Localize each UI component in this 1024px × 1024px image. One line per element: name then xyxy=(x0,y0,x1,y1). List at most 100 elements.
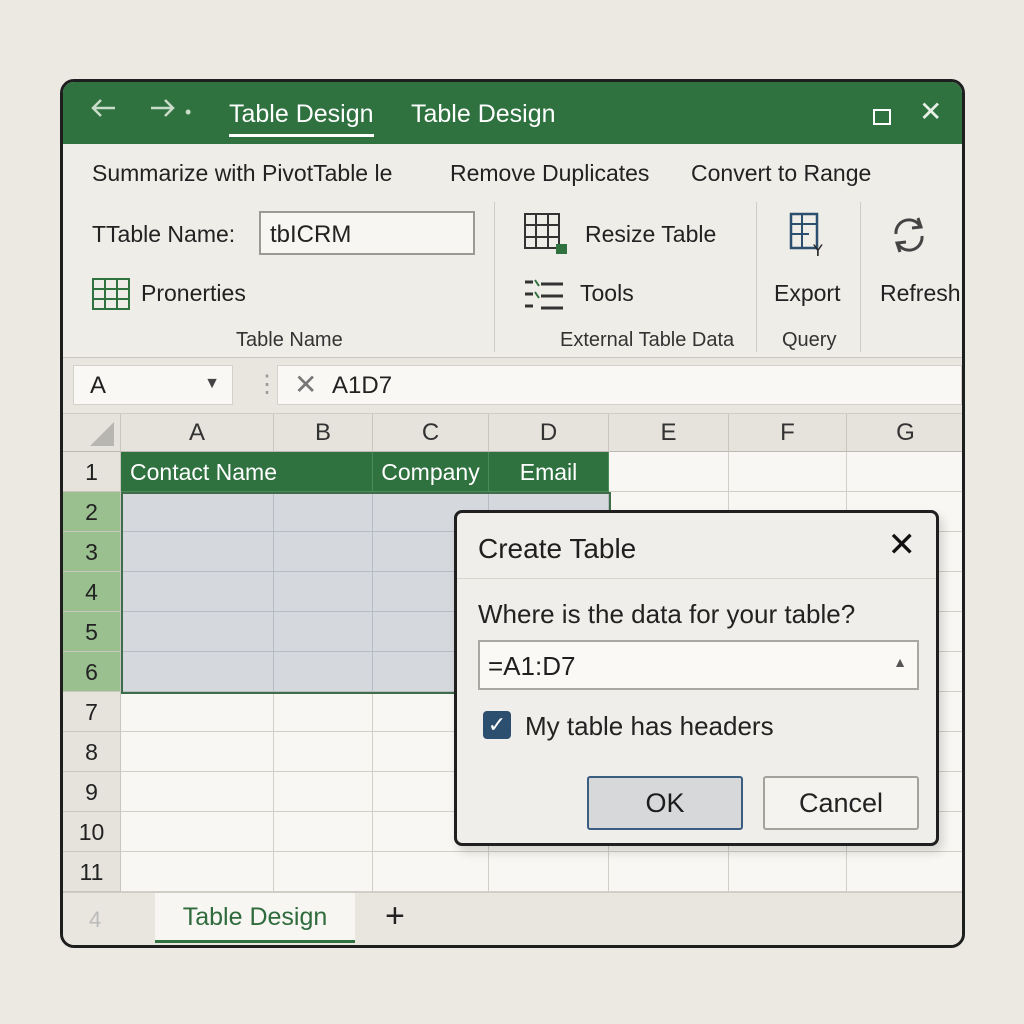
grid-cell[interactable] xyxy=(121,852,274,892)
ok-button[interactable]: OK xyxy=(587,776,743,830)
remove-duplicates-button[interactable]: Remove Duplicates xyxy=(450,160,649,187)
select-all-corner[interactable] xyxy=(63,414,121,452)
grid-cell[interactable] xyxy=(274,532,373,572)
maximize-icon[interactable] xyxy=(873,109,891,125)
grid-cell[interactable] xyxy=(729,452,847,492)
grid-cell[interactable] xyxy=(274,852,373,892)
column-header-a[interactable]: A xyxy=(121,414,274,452)
svg-text:Y: Y xyxy=(812,241,823,258)
dot-icon: • xyxy=(185,102,192,122)
grid-cell[interactable] xyxy=(121,772,274,812)
grid-cell[interactable] xyxy=(609,852,729,892)
dialog-header: Create Table ✕ xyxy=(457,513,936,579)
summarize-pivottable-button[interactable]: Summarize with PivotTable le xyxy=(92,160,392,187)
grid-cell[interactable] xyxy=(274,652,373,692)
close-icon[interactable]: ✕ xyxy=(888,527,917,563)
formula-separator-icon: ⋮ xyxy=(255,371,279,398)
row-header-10[interactable]: 10 xyxy=(63,812,121,852)
row-header-4[interactable]: 4 xyxy=(63,572,121,612)
ribbon-divider xyxy=(756,202,757,352)
grid-cell[interactable] xyxy=(121,652,274,692)
collapse-dialog-icon[interactable]: ▲ xyxy=(893,654,907,670)
row-header-9[interactable]: 9 xyxy=(63,772,121,812)
range-value: =A1:D7 xyxy=(488,651,576,681)
formula-text: A1D7 xyxy=(332,372,393,399)
row-header-7[interactable]: 7 xyxy=(63,692,121,732)
export-button[interactable]: Export xyxy=(774,280,840,307)
table-name-label: TTable Name: xyxy=(92,221,236,247)
sheet-number: 4 xyxy=(89,907,102,932)
formula-bar: A ▼ ⋮ ✕ A1D7 xyxy=(63,358,962,414)
headers-checkbox-label[interactable]: My table has headers xyxy=(525,711,774,742)
range-input[interactable]: =A1:D7 ▲ xyxy=(478,640,919,690)
grid-cell[interactable] xyxy=(274,772,373,812)
row-header-11[interactable]: 11 xyxy=(63,852,121,892)
add-sheet-icon[interactable]: + xyxy=(385,897,405,936)
properties-table-icon xyxy=(92,278,130,315)
arrow-left-icon[interactable] xyxy=(87,92,119,135)
close-icon[interactable]: ✕ xyxy=(919,94,942,130)
grid-cell[interactable] xyxy=(274,732,373,772)
resize-table-icon xyxy=(523,212,569,261)
title-bar: • Table Design Table Design ✕ xyxy=(63,82,962,144)
refresh-button[interactable]: Refresh xyxy=(880,280,961,307)
grid-cell[interactable] xyxy=(121,612,274,652)
column-header-c[interactable]: C xyxy=(373,414,489,452)
row-header-8[interactable]: 8 xyxy=(63,732,121,772)
grid-cell[interactable] xyxy=(274,492,373,532)
sheet-tab-table-design[interactable]: Table Design xyxy=(155,893,355,943)
table-header-cell[interactable]: Company xyxy=(373,452,489,492)
tab-table-design[interactable]: Table Design xyxy=(229,100,374,137)
properties-button[interactable]: Pronerties xyxy=(141,280,246,307)
arrow-right-icon[interactable] xyxy=(147,92,179,135)
column-header-g[interactable]: G xyxy=(847,414,962,452)
grid-cell[interactable] xyxy=(121,812,274,852)
headers-checkbox[interactable]: ✓ xyxy=(483,711,511,739)
cancel-edit-icon[interactable]: ✕ xyxy=(294,368,317,401)
dialog-title: Create Table xyxy=(478,533,637,564)
resize-table-button[interactable]: Resize Table xyxy=(585,221,716,248)
grid-cell[interactable] xyxy=(274,812,373,852)
row-header-6[interactable]: 6 xyxy=(63,652,121,692)
group-label-query: Query xyxy=(782,329,837,351)
column-header-e[interactable]: E xyxy=(609,414,729,452)
row-header-2[interactable]: 2 xyxy=(63,492,121,532)
create-table-dialog: Create Table ✕ Where is the data for you… xyxy=(454,510,939,846)
tab-table-design-2[interactable]: Table Design xyxy=(411,100,556,129)
group-label-table-name: Table Name xyxy=(236,329,343,351)
grid-cell[interactable] xyxy=(609,452,729,492)
grid-cell[interactable] xyxy=(121,692,274,732)
ribbon: Summarize with PivotTable le Remove Dupl… xyxy=(63,144,962,358)
column-header-f[interactable]: F xyxy=(729,414,847,452)
export-icon: Y xyxy=(787,212,829,263)
name-box[interactable]: A ▼ xyxy=(73,365,233,405)
formula-input[interactable]: ✕ A1D7 xyxy=(277,365,962,405)
chevron-down-icon[interactable]: ▼ xyxy=(204,375,220,393)
dialog-question: Where is the data for your table? xyxy=(478,599,856,629)
grid-cell[interactable] xyxy=(121,732,274,772)
column-header-b[interactable]: B xyxy=(274,414,373,452)
table-header-cell[interactable]: Contact Name xyxy=(121,452,373,492)
grid-cell[interactable] xyxy=(373,852,489,892)
grid-cell[interactable] xyxy=(121,532,274,572)
convert-to-range-button[interactable]: Convert to Range xyxy=(691,160,871,187)
column-header-d[interactable]: D xyxy=(489,414,609,452)
grid-cell[interactable] xyxy=(121,572,274,612)
table-header-cell[interactable]: Email xyxy=(489,452,609,492)
table-name-input[interactable]: tbICRM xyxy=(259,211,475,255)
row-header-5[interactable]: 5 xyxy=(63,612,121,652)
grid-cell[interactable] xyxy=(729,852,847,892)
name-box-value: A xyxy=(90,372,107,399)
grid-cell[interactable] xyxy=(847,452,962,492)
grid-cell[interactable] xyxy=(274,692,373,732)
grid-cell[interactable] xyxy=(121,492,274,532)
tools-button[interactable]: Tools xyxy=(580,280,634,307)
grid-cell[interactable] xyxy=(274,612,373,652)
grid-cell[interactable] xyxy=(274,572,373,612)
grid-cell[interactable] xyxy=(489,852,609,892)
row-header-3[interactable]: 3 xyxy=(63,532,121,572)
grid-cell[interactable] xyxy=(847,852,962,892)
row-header-1[interactable]: 1 xyxy=(63,452,121,492)
cancel-button[interactable]: Cancel xyxy=(763,776,919,830)
sheet-tab-bar: 4 Table Design + xyxy=(63,892,962,945)
